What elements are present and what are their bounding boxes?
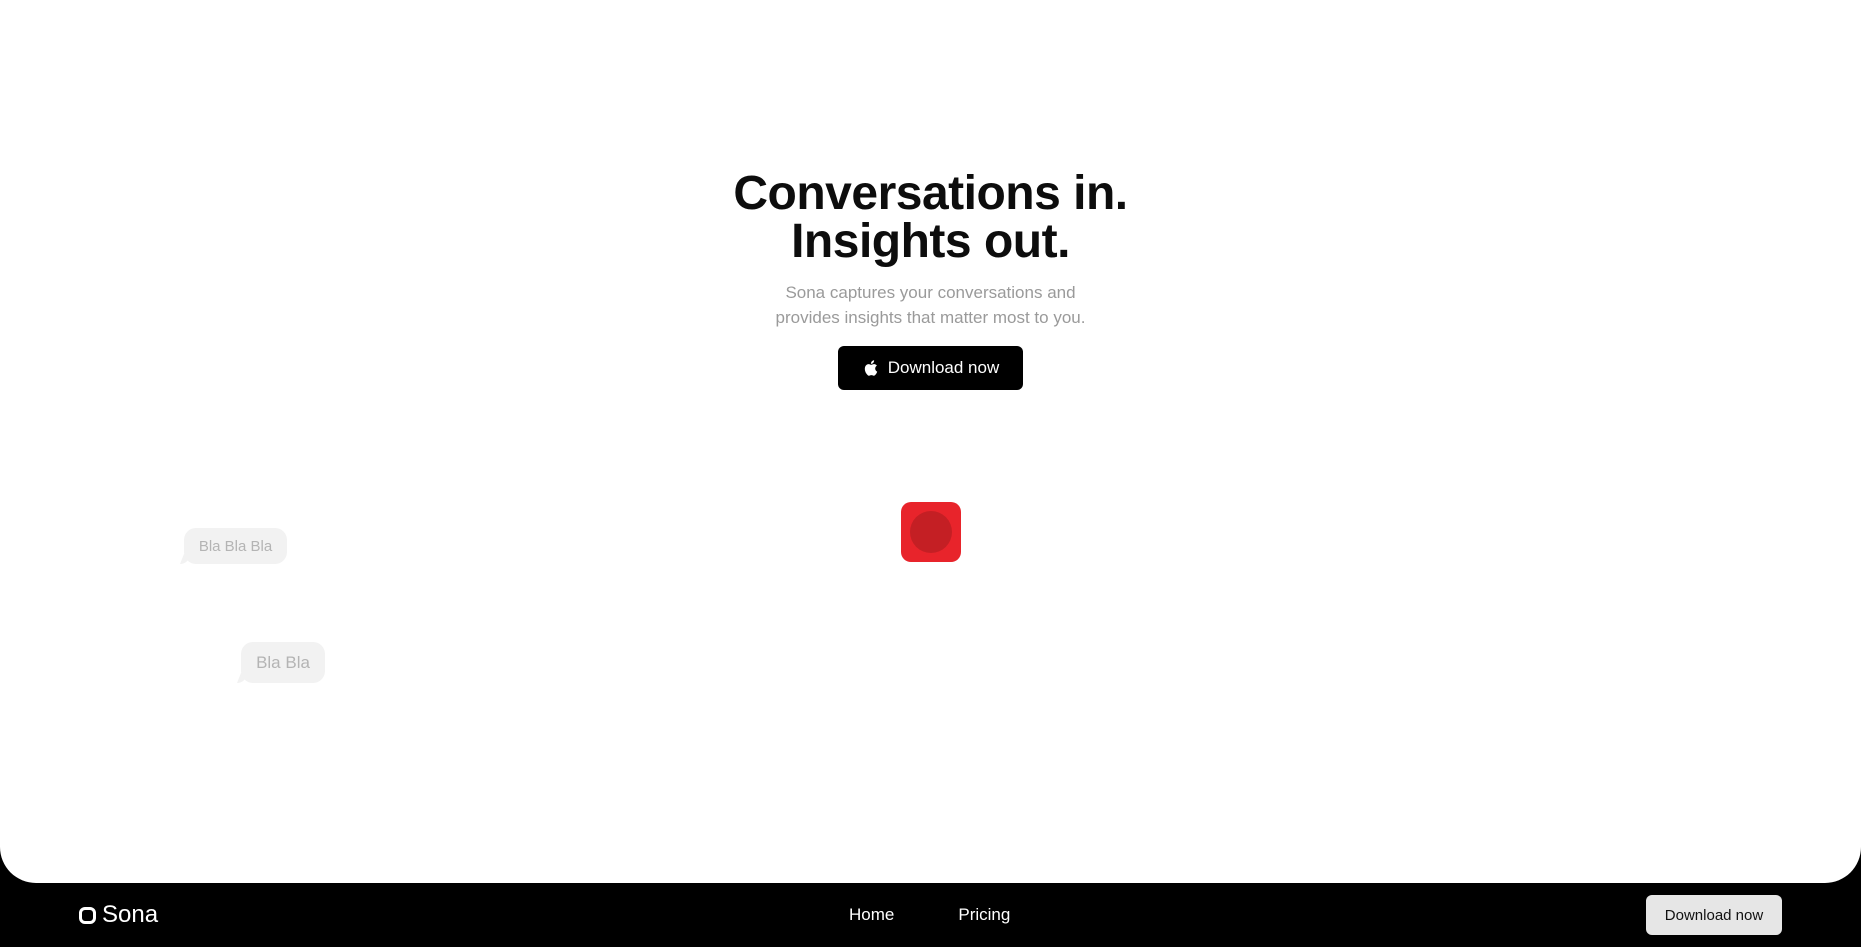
record-button[interactable]: [901, 502, 961, 562]
page: Conversations in. Insights out. Sona cap…: [0, 0, 1861, 947]
hero-subtitle: Sona captures your conversations and pro…: [0, 280, 1861, 330]
apple-icon: [864, 360, 877, 376]
hero-download-button[interactable]: Download now: [838, 346, 1023, 390]
chat-bubble: Bla Bla: [241, 642, 325, 683]
logo[interactable]: Sona: [79, 883, 158, 947]
chat-bubble-text: Bla Bla Bla: [198, 537, 273, 555]
hero-headline: Conversations in. Insights out.: [0, 170, 1861, 266]
hero-headline-line-1: Conversations in.: [733, 167, 1128, 220]
nav-link-home[interactable]: Home: [849, 905, 894, 925]
nav-links: Home Pricing: [849, 883, 1010, 947]
rounded-square-icon: [79, 906, 96, 924]
hero-section: Conversations in. Insights out. Sona cap…: [0, 0, 1861, 883]
chat-bubble: Bla Bla Bla: [184, 528, 287, 564]
bottom-navbar: Sona Home Pricing Download now: [0, 883, 1861, 947]
logo-text: Sona: [102, 901, 159, 928]
nav-link-pricing[interactable]: Pricing: [958, 905, 1010, 925]
chat-bubble-text: Bla Bla: [256, 652, 310, 672]
hero-headline-line-2: Insights out.: [791, 215, 1070, 268]
record-icon: [910, 511, 952, 553]
hero-download-button-label: Download now: [887, 358, 1000, 377]
hero-subtitle-line-1: Sona captures your conversations and: [785, 283, 1076, 302]
navbar-download-button[interactable]: Download now: [1646, 895, 1782, 935]
navbar-download-button-label: Download now: [1664, 906, 1764, 924]
hero-subtitle-line-2: provides insights that matter most to yo…: [775, 308, 1086, 327]
